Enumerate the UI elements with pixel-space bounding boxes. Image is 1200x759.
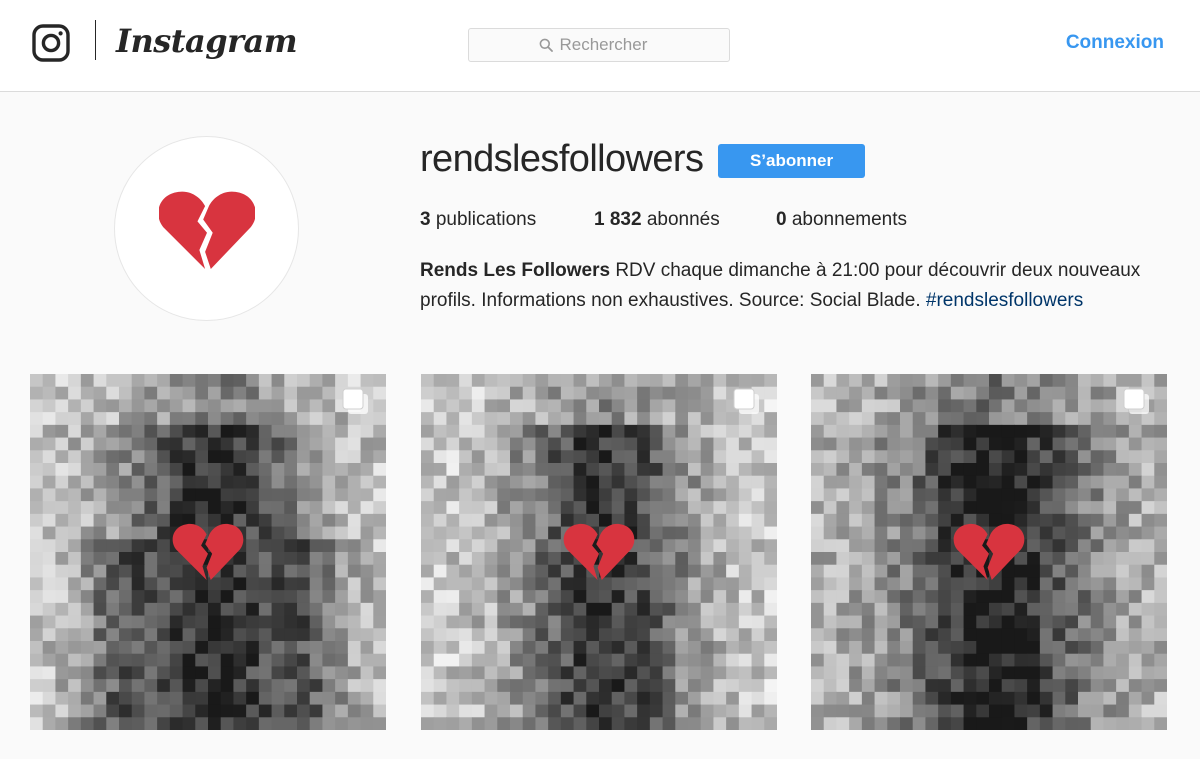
search-icon [539,38,553,52]
multiple-photos-icon [342,388,368,414]
profile-bio: Rends Les Followers RDV chaque dimanche … [420,256,1180,316]
instagram-logo-icon[interactable] [32,24,70,62]
stat-followers-label: abonnés [646,209,720,230]
profile-username: rendslesfollowers [420,138,704,180]
search-box[interactable] [468,28,730,62]
nav-divider [95,20,96,60]
broken-heart-icon [953,523,1025,580]
broken-heart-icon [172,523,244,580]
profile-stats: 3 publications 1 832 abonnés 0 abonnemen… [420,209,907,233]
follow-button[interactable]: S’abonner [718,144,865,178]
stat-following-count: 0 [776,209,787,230]
broken-heart-icon [563,523,635,580]
stat-following[interactable]: 0 abonnements [776,209,907,233]
broken-heart-icon [158,191,255,269]
stat-followers[interactable]: 1 832 abonnés [594,209,776,233]
multiple-photos-icon [1123,388,1149,414]
stat-following-label: abonnements [791,209,908,230]
stat-posts-label: publications [435,209,537,230]
top-nav: Instagram Connexion [0,0,1200,92]
bio-hashtag-link[interactable]: #rendslesfollowers [926,290,1083,311]
login-link[interactable]: Connexion [1066,32,1164,54]
search-input[interactable] [559,35,660,55]
stat-posts-count: 3 [420,209,431,230]
profile-avatar [114,136,299,321]
instagram-wordmark[interactable]: Instagram [116,20,298,62]
bio-name: Rends Les Followers [420,260,611,281]
stat-followers-count: 1 832 [594,209,642,230]
post-tile[interactable] [30,374,386,730]
post-tile[interactable] [811,374,1167,730]
post-tile[interactable] [421,374,777,730]
multiple-photos-icon [733,388,759,414]
stat-posts: 3 publications [420,209,594,233]
